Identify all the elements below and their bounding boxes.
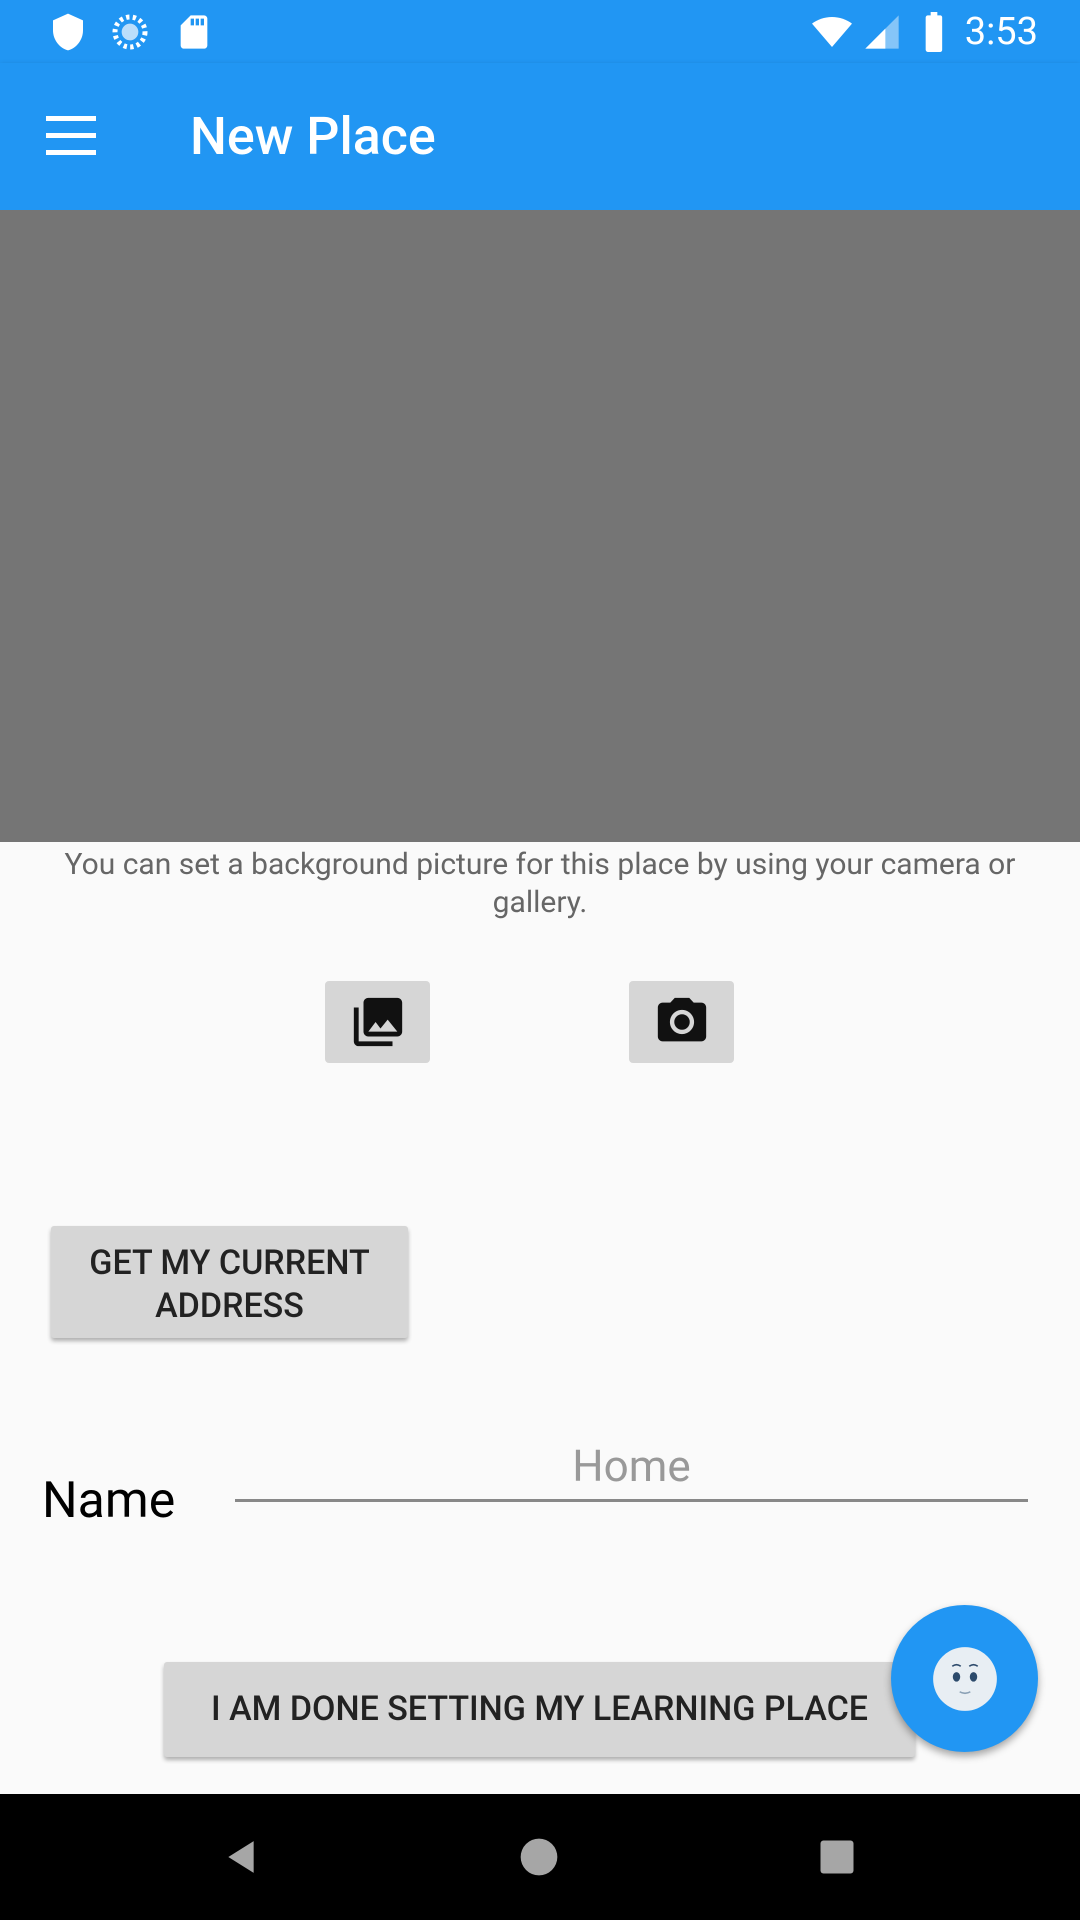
- back-icon: [228, 1841, 254, 1873]
- status-bar: 3:53: [0, 0, 1080, 63]
- name-input[interactable]: [235, 1432, 1028, 1502]
- background-picture[interactable]: [0, 210, 1080, 842]
- background-picture-hint: You can set a background picture for thi…: [64, 847, 1016, 920]
- wifi-icon: [812, 17, 852, 47]
- smiley-face-icon: [932, 1646, 997, 1711]
- signal-icon: [865, 15, 899, 49]
- get-current-address-button[interactable]: GET MY CURRENT ADDRESS: [51, 1226, 408, 1338]
- home-icon: [520, 1838, 558, 1876]
- navigation-bar: [0, 1794, 1080, 1920]
- battery-icon: [925, 12, 943, 52]
- app-bar: New Place: [0, 63, 1080, 210]
- recents-button[interactable]: [802, 1822, 872, 1892]
- page-title: New Place: [190, 106, 436, 167]
- shield-icon: [53, 13, 83, 51]
- sd-card-icon: [180, 15, 208, 49]
- assistant-fab[interactable]: [891, 1605, 1038, 1752]
- sync-icon: [112, 14, 148, 50]
- address-button-label-line1: GET MY CURRENT: [89, 1243, 370, 1283]
- recents-icon: [820, 1840, 854, 1874]
- name-label: Name: [42, 1472, 176, 1530]
- camera-button[interactable]: [629, 981, 734, 1063]
- camera-icon: [657, 997, 706, 1042]
- gallery-button[interactable]: [325, 981, 430, 1063]
- home-button[interactable]: [504, 1822, 574, 1892]
- done-button[interactable]: I AM DONE SETTING MY LEARNING PLACE: [164, 1662, 915, 1757]
- address-button-label-line2: ADDRESS: [155, 1286, 304, 1326]
- photo-library-icon: [353, 997, 402, 1047]
- hamburger-menu-icon[interactable]: [46, 113, 98, 157]
- status-time: 3:53: [964, 10, 1038, 54]
- back-button[interactable]: [206, 1822, 276, 1892]
